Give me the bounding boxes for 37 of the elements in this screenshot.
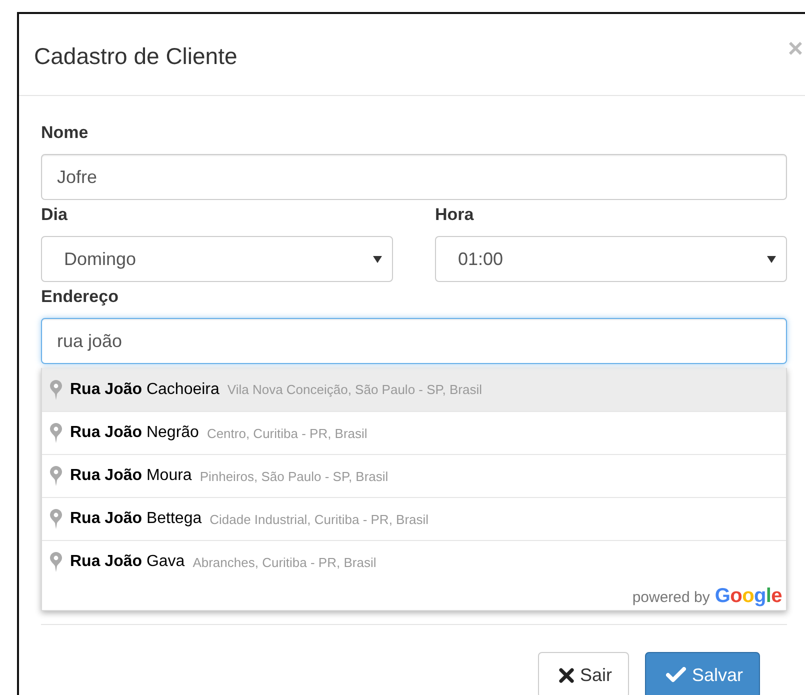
field-label: Nome [41,122,90,144]
select-field[interactable]: 01:00 [435,236,787,282]
street-location: Cidade Industrial, Curitiba - PR, Brasil [210,512,429,526]
street-name: Rua João Gava [70,553,185,571]
field-label: Dia [41,204,68,226]
caret-icon [767,256,776,262]
text-field[interactable]: rua joão [41,318,787,364]
street-name: Rua João Bettega [70,510,202,528]
modal-title: Cadastro de Cliente [34,42,238,70]
suggestion-item[interactable]: Rua João Negrão Centro, Curitiba - PR, Brasil [42,411,786,454]
street-name: Rua João Cachoeira [70,380,220,398]
check-icon [666,667,686,683]
map-pin-icon [50,552,62,572]
google-logo: Google [714,586,782,606]
street-location: Vila Nova Conceição, São Paulo - SP, Brasil [227,382,482,397]
street-name: Rua João Moura [70,467,192,485]
map-pin-icon [50,466,62,486]
suggestion-item[interactable]: Rua João Gava Abranches, Curitiba - PR, Brasil [42,540,786,583]
suggestion-item[interactable]: Rua João Bettega Cidade Industrial, Curitiba - PR, Brasil [42,497,786,540]
street-name: Rua João Negrão [70,424,199,442]
suggestion-item[interactable]: Rua João Moura Pinheiros, São Paulo - SP, Brasil [42,454,786,497]
field-label: Endereço [41,286,120,308]
attribution-text: powered by [632,589,710,606]
save-button[interactable]: Salvar [644,652,760,695]
select-field[interactable]: Domingo [41,236,393,282]
street-location: Abranches, Curitiba - PR, Brasil [192,554,376,570]
street-location: Pinheiros, São Paulo - SP, Brasil [200,468,388,484]
field-label: Hora [435,204,475,226]
suggestion-item[interactable]: Rua João Cachoeira Vila Nova Conceição, São Paulo - SP, Brasil [42,368,786,411]
map-pin-icon [50,423,62,443]
map-pin-icon [50,509,62,529]
caret-icon [373,256,382,262]
exit-button[interactable]: Sair [538,652,629,695]
street-location: Centro, Curitiba - PR, Brasil [206,426,368,440]
close-icon [558,668,574,682]
map-pin-icon [50,380,62,400]
text-field[interactable]: Jofre [41,154,787,200]
